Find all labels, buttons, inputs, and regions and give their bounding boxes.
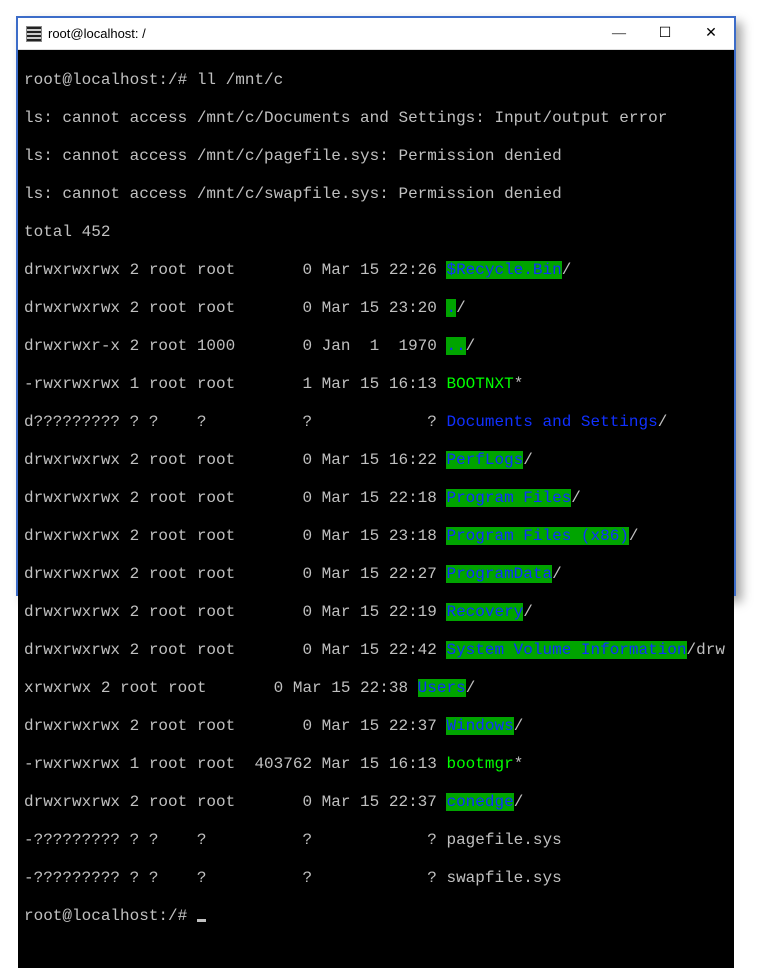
ls-row: -????????? ? ? ? ? ? pagefile.sys [24, 831, 728, 850]
minimize-button[interactable]: — [596, 18, 642, 49]
ls-row: drwxrwxr-x 2 root 1000 0 Jan 1 1970 ../ [24, 337, 728, 356]
close-button[interactable]: ✕ [688, 18, 734, 49]
ls-row: drwxrwxrwx 2 root root 0 Mar 15 22:37 co… [24, 793, 728, 812]
dir-name: ProgramData [446, 565, 552, 583]
output-line: total 452 [24, 223, 728, 242]
dir-name: Program Files (x86) [446, 527, 628, 545]
window-frame: root@localhost: / — ☐ ✕ root@localhost:/… [16, 16, 736, 596]
ls-row: -rwxrwxrwx 1 root root 1 Mar 15 16:13 BO… [24, 375, 728, 394]
prompt: root@localhost:/# [24, 907, 197, 925]
dir-name: Windows [446, 717, 513, 735]
ls-row: drwxrwxrwx 2 root root 0 Mar 15 23:20 ./ [24, 299, 728, 318]
file-name: BOOTNXT [446, 375, 513, 393]
app-icon [26, 26, 42, 42]
ls-row-wrapped: xrwxrwx 2 root root 0 Mar 15 22:38 Users… [24, 679, 728, 698]
prompt: root@localhost:/# [24, 71, 197, 89]
ls-row: drwxrwxrwx 2 root root 0 Mar 15 22:18 Pr… [24, 489, 728, 508]
output-line: ls: cannot access /mnt/c/pagefile.sys: P… [24, 147, 728, 166]
output-line: ls: cannot access /mnt/c/swapfile.sys: P… [24, 185, 728, 204]
file-name: bootmgr [446, 755, 513, 773]
ls-row: drwxrwxrwx 2 root root 0 Mar 15 22:42 Sy… [24, 641, 728, 660]
typed-command: ll /mnt/c [197, 71, 283, 89]
window-buttons: — ☐ ✕ [596, 18, 734, 49]
ls-row: drwxrwxrwx 2 root root 0 Mar 15 22:26 $R… [24, 261, 728, 280]
dir-name: .. [446, 337, 465, 355]
prompt-line: root@localhost:/# ll /mnt/c [24, 71, 728, 90]
ls-row: drwxrwxrwx 2 root root 0 Mar 15 22:27 Pr… [24, 565, 728, 584]
titlebar[interactable]: root@localhost: / — ☐ ✕ [18, 18, 734, 50]
output-line: ls: cannot access /mnt/c/Documents and S… [24, 109, 728, 128]
ls-row: drwxrwxrwx 2 root root 0 Mar 15 22:19 Re… [24, 603, 728, 622]
ls-row: -rwxrwxrwx 1 root root 403762 Mar 15 16:… [24, 755, 728, 774]
prompt-line: root@localhost:/# [24, 907, 728, 926]
dir-name: Users [418, 679, 466, 697]
dir-name: conedge [446, 793, 513, 811]
maximize-button[interactable]: ☐ [642, 18, 688, 49]
dir-name: System Volume Information [446, 641, 686, 659]
ls-row: -????????? ? ? ? ? ? swapfile.sys [24, 869, 728, 888]
dir-name: PerfLogs [446, 451, 523, 469]
dir-name: . [446, 299, 456, 317]
dir-name: Program Files [446, 489, 571, 507]
ls-row: d????????? ? ? ? ? ? Documents and Setti… [24, 413, 728, 432]
dir-name: Documents and Settings [446, 413, 657, 431]
ls-row: drwxrwxrwx 2 root root 0 Mar 15 22:37 Wi… [24, 717, 728, 736]
window-title: root@localhost: / [48, 26, 146, 41]
ls-row: drwxrwxrwx 2 root root 0 Mar 15 16:22 Pe… [24, 451, 728, 470]
ls-row: drwxrwxrwx 2 root root 0 Mar 15 23:18 Pr… [24, 527, 728, 546]
cursor [197, 919, 206, 922]
terminal-body[interactable]: root@localhost:/# ll /mnt/c ls: cannot a… [18, 50, 734, 968]
dir-name: $Recycle.Bin [446, 261, 561, 279]
dir-name: Recovery [446, 603, 523, 621]
